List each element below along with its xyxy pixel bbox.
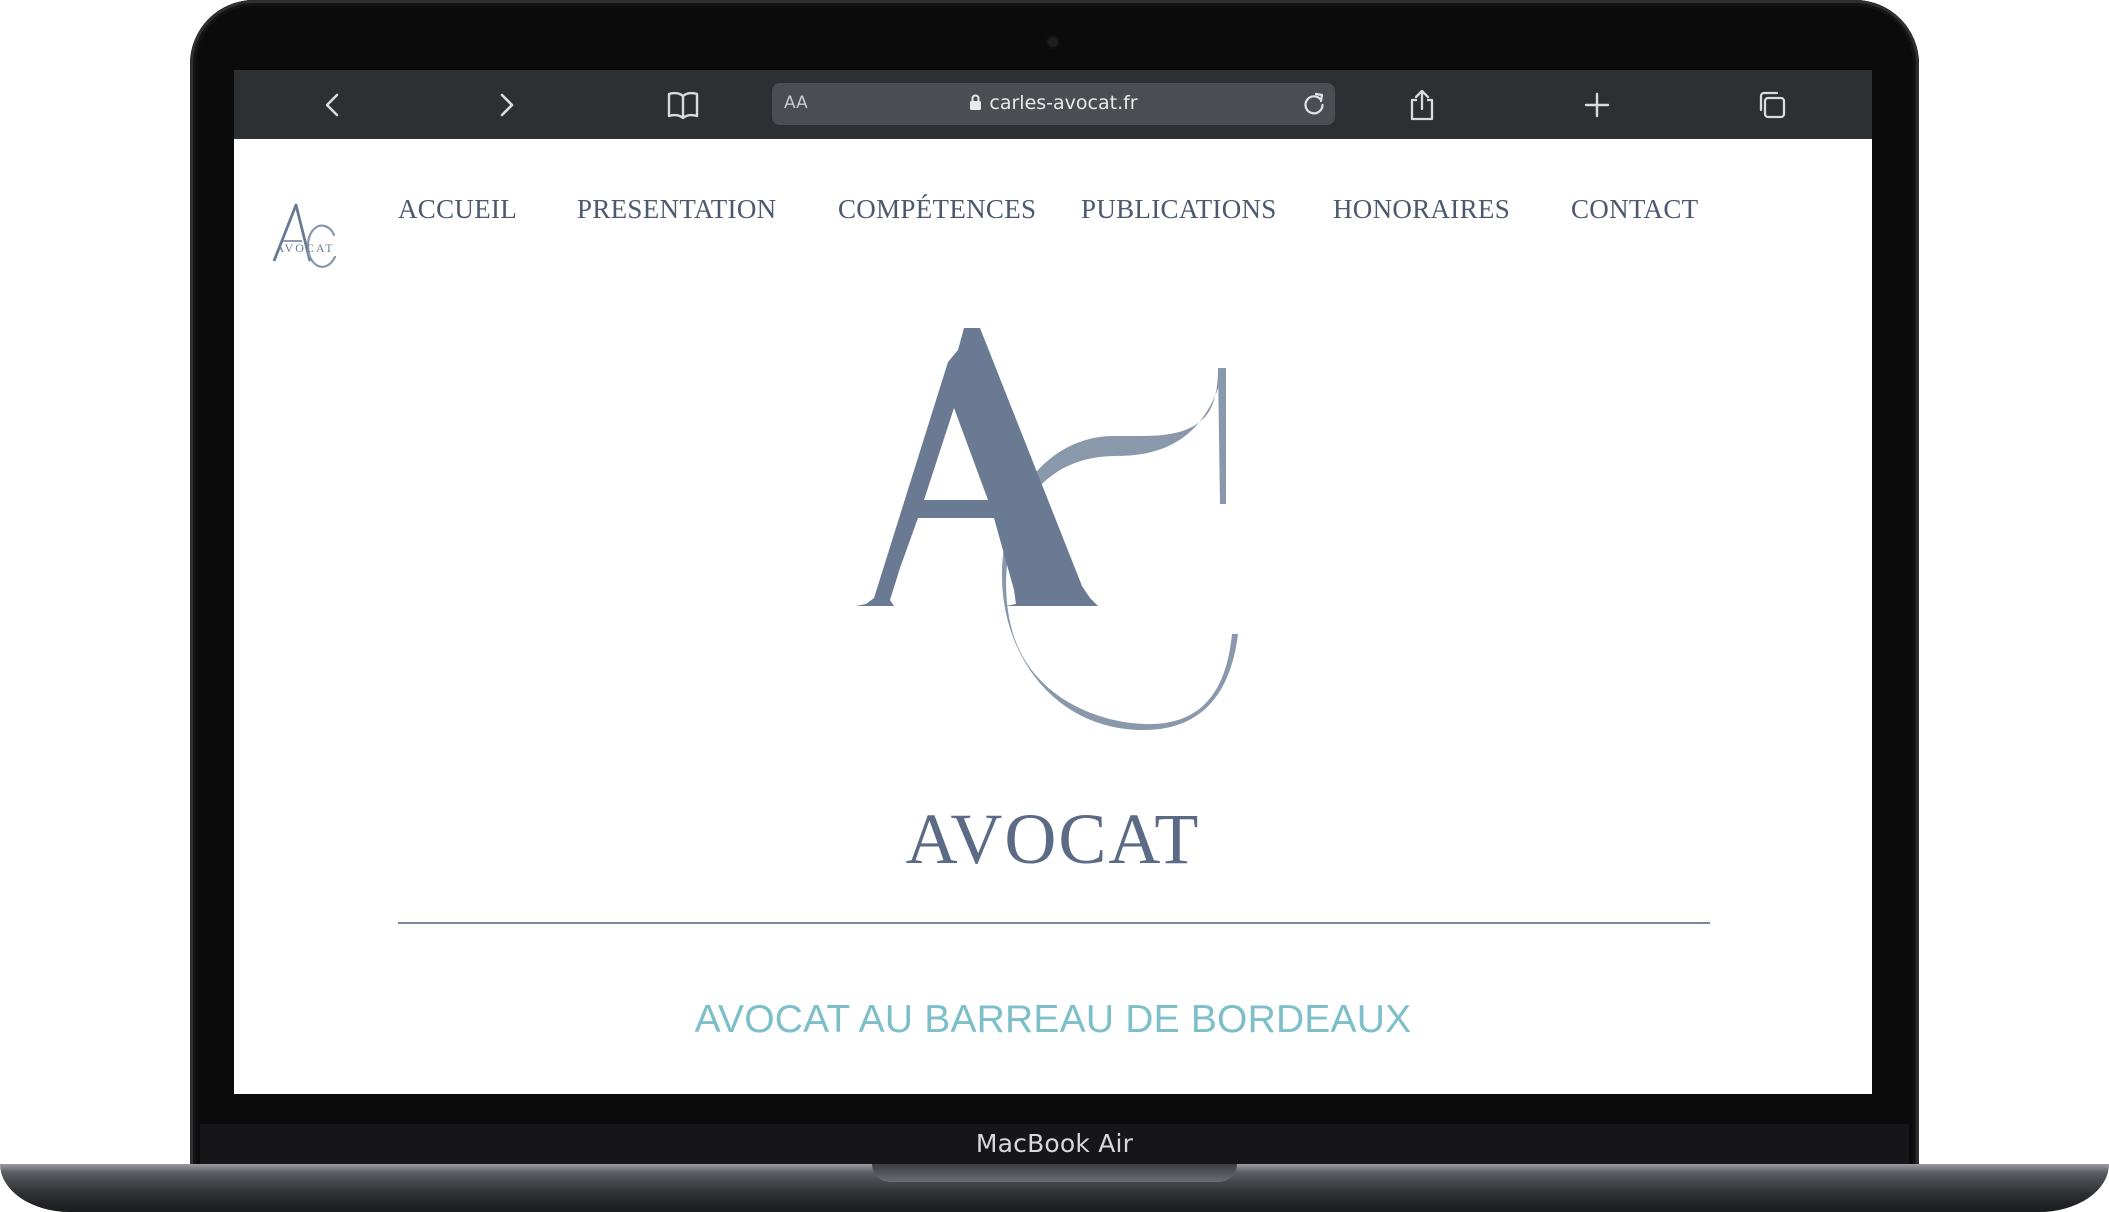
nav-item-presentation[interactable]: PRESENTATION xyxy=(577,194,776,225)
reload-icon[interactable] xyxy=(1301,91,1327,117)
hero-title: AVOCAT xyxy=(905,799,1201,879)
new-tab-button[interactable] xyxy=(1576,84,1618,126)
forward-button[interactable] xyxy=(485,84,527,126)
nav-item-publications[interactable]: PUBLICATIONS xyxy=(1081,194,1277,225)
lock-icon xyxy=(970,94,982,110)
browser-toolbar: AA carles-avocat.fr xyxy=(234,70,1872,139)
hero-divider xyxy=(398,922,1710,924)
share-icon xyxy=(1410,89,1434,121)
nav-item-contact[interactable]: CONTACT xyxy=(1571,194,1698,225)
hero-monogram xyxy=(856,328,1238,730)
site-logo-word: AVOCAT xyxy=(275,241,335,255)
hero-tagline: AVOCAT AU BARREAU DE BORDEAUX xyxy=(694,998,1412,1041)
chevron-right-icon xyxy=(500,93,514,117)
nav-item-honoraires[interactable]: HONORAIRES xyxy=(1333,194,1510,225)
address-bar[interactable]: AA carles-avocat.fr xyxy=(772,83,1335,125)
nav-item-accueil[interactable]: ACCUEIL xyxy=(398,194,517,225)
nav-item-competences[interactable]: COMPÉTENCES xyxy=(838,194,1036,225)
share-button[interactable] xyxy=(1401,84,1443,126)
laptop-notch xyxy=(872,1164,1237,1182)
url-text: carles-avocat.fr xyxy=(989,92,1138,114)
chevron-left-icon xyxy=(325,93,339,117)
camera-icon xyxy=(1048,37,1058,47)
browser-screen: AA carles-avocat.fr AVOCAT ACCUEIL PRESE… xyxy=(234,70,1872,1094)
plus-icon xyxy=(1584,92,1610,118)
book-icon xyxy=(667,91,699,120)
device-model-label: MacBook Air xyxy=(975,1129,1134,1158)
tabs-icon xyxy=(1759,91,1786,119)
tabs-overview-button[interactable] xyxy=(1751,84,1793,126)
back-button[interactable] xyxy=(312,84,354,126)
bookmarks-button[interactable] xyxy=(662,84,704,126)
